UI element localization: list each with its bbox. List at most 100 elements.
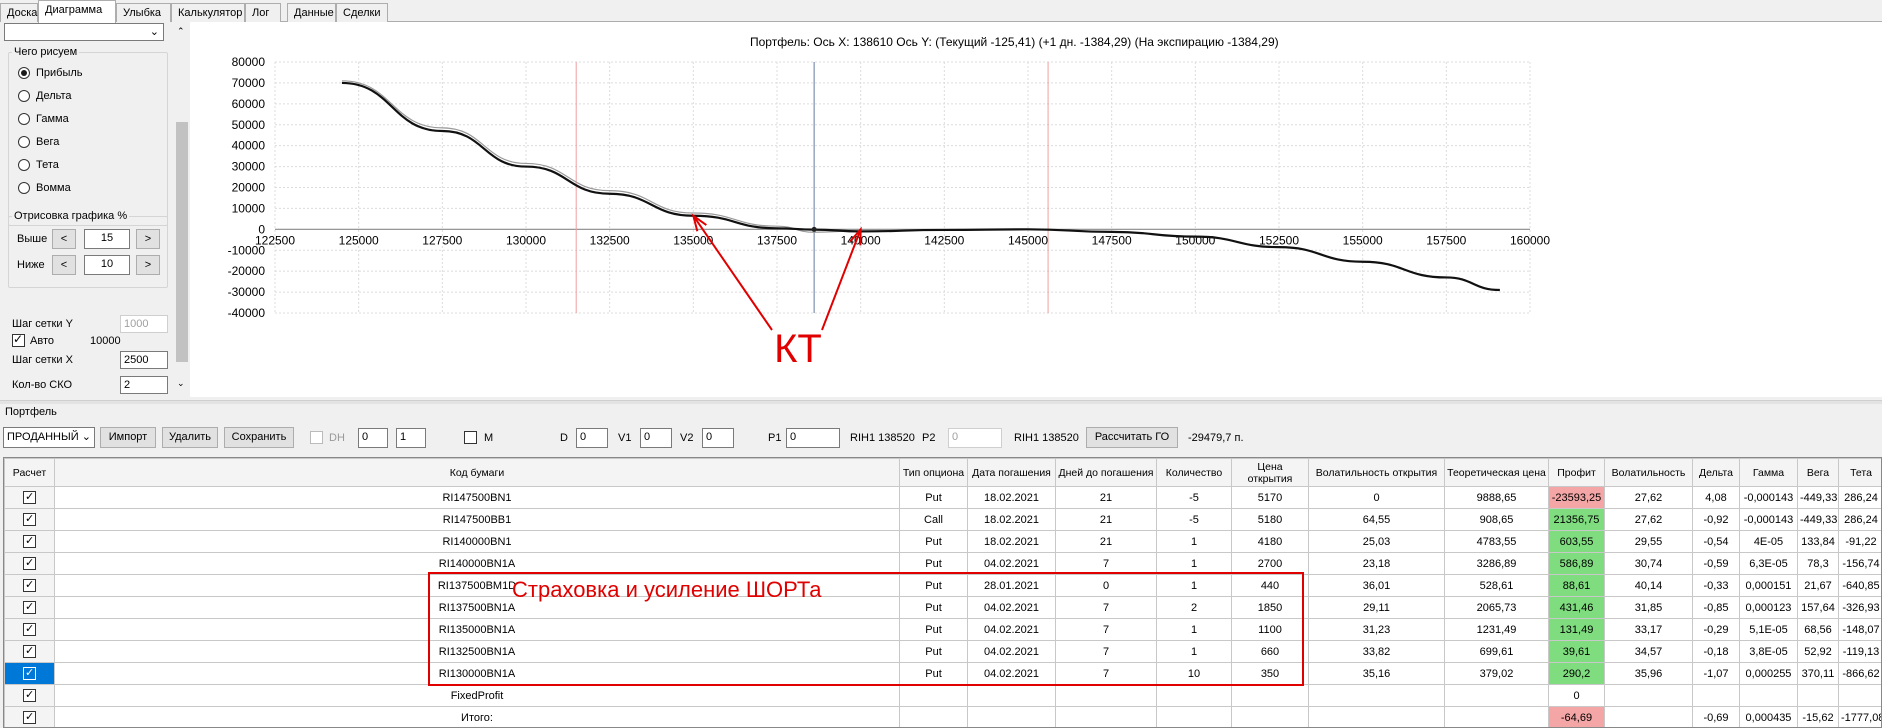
cell-price[interactable]: [1231, 706, 1309, 727]
column-header[interactable]: Расчет: [4, 458, 55, 487]
v2-input[interactable]: 0: [702, 428, 734, 448]
cell-price[interactable]: 5180: [1231, 508, 1309, 531]
dh-checkbox[interactable]: [310, 431, 323, 444]
cell-gamma[interactable]: -0,000143: [1739, 508, 1798, 531]
row-calc-cell[interactable]: [4, 662, 55, 685]
calc-checkbox[interactable]: [23, 534, 36, 548]
cell-profit[interactable]: 290,2: [1548, 662, 1605, 685]
cell-theo[interactable]: 379,02: [1444, 662, 1549, 685]
table-row[interactable]: RI147500BN1Put18.02.202121-5517009888,65…: [4, 486, 1881, 509]
cell-vega[interactable]: 52,92: [1797, 640, 1839, 663]
row-calc-cell[interactable]: [4, 574, 55, 597]
cell-theo[interactable]: 1231,49: [1444, 618, 1549, 641]
cell-gamma[interactable]: 0,000123: [1739, 596, 1798, 619]
cell-vega[interactable]: 21,67: [1797, 574, 1839, 597]
cell-theo[interactable]: 528,61: [1444, 574, 1549, 597]
row-calc-cell[interactable]: [4, 552, 55, 575]
cell-vol-open[interactable]: [1308, 684, 1445, 707]
row-calc-cell[interactable]: [4, 596, 55, 619]
column-header[interactable]: Код бумаги: [54, 458, 900, 487]
calc-checkbox[interactable]: [23, 600, 36, 614]
cell-theta[interactable]: -326,93: [1838, 596, 1881, 619]
cell-vega[interactable]: 370,11: [1797, 662, 1839, 685]
cell-vega[interactable]: -15,62: [1797, 706, 1839, 727]
calc-checkbox[interactable]: [23, 644, 36, 658]
cell-date[interactable]: [967, 706, 1056, 727]
cell-vol-open[interactable]: 64,55: [1308, 508, 1445, 531]
cell-vol-open[interactable]: 25,03: [1308, 530, 1445, 553]
cell-price[interactable]: 4180: [1231, 530, 1309, 553]
cell-days[interactable]: [1055, 684, 1157, 707]
cell-gamma[interactable]: 5,1E-05: [1739, 618, 1798, 641]
cell-vol[interactable]: 27,62: [1604, 486, 1693, 509]
cell-type[interactable]: [899, 706, 968, 727]
cell-theo[interactable]: 2065,73: [1444, 596, 1549, 619]
row-calc-cell[interactable]: [4, 706, 55, 727]
cell-vol[interactable]: 40,14: [1604, 574, 1693, 597]
cell-qty[interactable]: [1156, 706, 1232, 727]
calc-checkbox[interactable]: [23, 578, 36, 592]
table-row[interactable]: FixedProfit 0: [4, 684, 1881, 707]
cell-profit[interactable]: -23593,25: [1548, 486, 1605, 509]
cell-vol[interactable]: 33,17: [1604, 618, 1693, 641]
cell-date[interactable]: 18.02.2021: [967, 486, 1056, 509]
cell-theta[interactable]: -1777,08: [1838, 706, 1881, 727]
cell-vega[interactable]: -449,33: [1797, 486, 1839, 509]
cell-profit[interactable]: 21356,75: [1548, 508, 1605, 531]
v1-input[interactable]: 0: [640, 428, 672, 448]
cell-code[interactable]: RI140000BN1: [54, 530, 900, 553]
cell-gamma[interactable]: [1739, 684, 1798, 707]
row-calc-cell[interactable]: [4, 530, 55, 553]
column-header[interactable]: Количество: [1156, 458, 1232, 487]
cell-vega[interactable]: 68,56: [1797, 618, 1839, 641]
cell-vol-open[interactable]: 0: [1308, 486, 1445, 509]
m-checkbox[interactable]: [464, 431, 477, 444]
cell-delta[interactable]: -0,92: [1692, 508, 1740, 531]
column-header[interactable]: Гамма: [1739, 458, 1798, 487]
cell-price[interactable]: [1231, 684, 1309, 707]
cell-delta[interactable]: -0,54: [1692, 530, 1740, 553]
cell-theo[interactable]: 3286,89: [1444, 552, 1549, 575]
cell-type[interactable]: [899, 684, 968, 707]
portfolio-combo[interactable]: ПРОДАННЫЙ ⌄: [3, 427, 95, 448]
cell-profit[interactable]: 0: [1548, 684, 1605, 707]
cell-vol-open[interactable]: 35,16: [1308, 662, 1445, 685]
cell-code[interactable]: Итого:: [54, 706, 900, 727]
column-header[interactable]: Теоретическая цена: [1444, 458, 1549, 487]
delete-button[interactable]: Удалить: [162, 427, 218, 448]
cell-vol[interactable]: 34,57: [1604, 640, 1693, 663]
cell-theta[interactable]: -866,62: [1838, 662, 1881, 685]
cell-theta[interactable]: [1838, 684, 1881, 707]
cell-theta[interactable]: 286,24: [1838, 508, 1881, 531]
cell-theo[interactable]: 908,65: [1444, 508, 1549, 531]
cell-gamma[interactable]: -0,000143: [1739, 486, 1798, 509]
cell-vega[interactable]: [1797, 684, 1839, 707]
payoff-chart[interactable]: 80000 70000 60000 50000 40000 30000 20000 10000…: [0, 0, 1882, 400]
row-calc-cell[interactable]: [4, 640, 55, 663]
cell-profit[interactable]: 586,89: [1548, 552, 1605, 575]
cell-theo[interactable]: 699,61: [1444, 640, 1549, 663]
cell-profit[interactable]: 431,46: [1548, 596, 1605, 619]
row-calc-cell[interactable]: [4, 684, 55, 707]
p2-input[interactable]: 0: [948, 428, 1002, 448]
cell-type[interactable]: Put: [899, 530, 968, 553]
cell-vol-open[interactable]: [1308, 706, 1445, 727]
cell-vol-open[interactable]: 23,18: [1308, 552, 1445, 575]
cell-vol-open[interactable]: 29,11: [1308, 596, 1445, 619]
cell-delta[interactable]: [1692, 684, 1740, 707]
cell-vol[interactable]: [1604, 684, 1693, 707]
cell-type[interactable]: Put: [899, 486, 968, 509]
row-calc-cell[interactable]: [4, 486, 55, 509]
row-calc-cell[interactable]: [4, 618, 55, 641]
row-calc-cell[interactable]: [4, 508, 55, 531]
cell-qty[interactable]: 1: [1156, 530, 1232, 553]
table-row[interactable]: Итого: -64,69 -0,690,000435-15,62-1777,08: [4, 706, 1881, 727]
column-header[interactable]: Волатильность: [1604, 458, 1693, 487]
cell-date[interactable]: 18.02.2021: [967, 508, 1056, 531]
cell-theo[interactable]: [1444, 684, 1549, 707]
cell-vol[interactable]: 35,96: [1604, 662, 1693, 685]
calc-checkbox[interactable]: [23, 666, 36, 680]
column-header[interactable]: Дельта: [1692, 458, 1740, 487]
cell-gamma[interactable]: 3,8E-05: [1739, 640, 1798, 663]
cell-profit[interactable]: 603,55: [1548, 530, 1605, 553]
